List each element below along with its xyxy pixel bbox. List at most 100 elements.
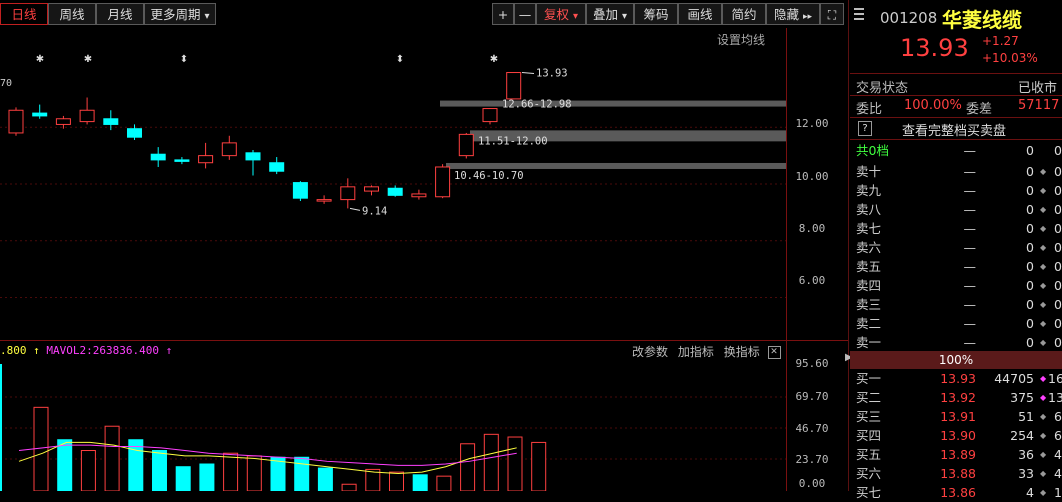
diamond-icon: ◆ (1040, 300, 1047, 309)
full-depth-link[interactable]: 查看完整档买卖盘 (902, 120, 1006, 139)
diamond-icon: ◆ (1040, 319, 1047, 328)
bid-price: 13.90 (940, 428, 976, 443)
zoom-in-button[interactable]: + (492, 3, 514, 25)
change-params-button[interactable]: 改参数 (632, 345, 668, 359)
diamond-icon: ◆ (1040, 488, 1047, 497)
ask-label: 卖九 (856, 183, 882, 198)
ask-extra: 0 (1054, 297, 1062, 312)
ask-row[interactable]: 卖三 — 0 ◆ 0 (850, 295, 1062, 314)
low-arrow (349, 207, 361, 211)
chip-band-label: 10.46-10.70 (454, 170, 524, 182)
diamond-icon: ◆ (1040, 412, 1047, 421)
candle-body (316, 199, 332, 202)
tab-monthly[interactable]: 月线 (96, 3, 144, 25)
bid-row[interactable]: 买四 13.90 254 ◆ 6 (850, 426, 1062, 445)
ask-row[interactable]: 卖十 — 0 ◆ 0 (850, 162, 1062, 181)
ask-extra: 0 (1054, 335, 1062, 350)
tab-daily[interactable]: 日线 (0, 3, 48, 25)
bid-price: 13.89 (940, 447, 976, 462)
bid-extra: 6 (1054, 428, 1062, 443)
chips-button[interactable]: 筹码 (634, 3, 678, 25)
help-icon[interactable]: ? (858, 121, 872, 136)
dash: — (963, 143, 977, 158)
bid-extra: 13 (1048, 390, 1062, 405)
ask-row[interactable]: 卖九 — 0 ◆ 0 (850, 181, 1062, 200)
ask-volume: 0 (1026, 164, 1034, 179)
bid-row[interactable]: 买一 13.93 44705 ◆ 16 (850, 369, 1062, 388)
bid-row[interactable]: 买二 13.92 375 ◆ 13 (850, 388, 1062, 407)
candle-body (221, 142, 237, 157)
candle-body (32, 112, 48, 117)
change-value: +1.27 (982, 34, 1019, 48)
panel-divider (848, 0, 849, 491)
bid-label: 买七 (856, 485, 882, 500)
volume-tick: 95.60 (795, 357, 829, 370)
bid-row[interactable]: 买七 13.86 4 ◆ 1 (850, 483, 1062, 502)
ask-volume: 0 (1026, 316, 1034, 331)
ask-row[interactable]: 卖八 — 0 ◆ 0 (850, 200, 1062, 219)
ask-volume: 0 (1026, 259, 1034, 274)
diff-value: 57117 (1018, 98, 1060, 113)
diamond-icon: ◆ (1040, 431, 1047, 440)
marker-icon: ⬍ (396, 54, 404, 65)
bid-volume: 44705 (994, 371, 1034, 386)
volume-bar (57, 439, 73, 491)
stock-code: 001208 (880, 9, 938, 27)
fullscreen-button[interactable]: ⛶ (820, 3, 844, 25)
hide-button[interactable]: 隐藏 ▸▸ (766, 3, 820, 25)
diamond-icon: ◆ (1040, 281, 1047, 290)
bid-label: 买一 (856, 371, 882, 386)
diamond-icon: ◆ (1040, 469, 1047, 478)
diamond-icon: ◆ (1040, 205, 1047, 214)
volume-bar (33, 406, 49, 491)
volume-bar (294, 456, 310, 491)
bid-row[interactable]: 买三 13.91 51 ◆ 6 (850, 407, 1062, 426)
fuquan-dropdown[interactable]: 复权 ▾ (536, 3, 586, 25)
volume-bar (531, 441, 547, 491)
candle-body (387, 187, 403, 196)
diamond-icon: ◆ (1040, 224, 1047, 233)
settings-ma-link[interactable]: 设置均线 (717, 31, 765, 48)
bid-row[interactable]: 买五 13.89 36 ◆ 4 (850, 445, 1062, 464)
ask-extra: 0 (1054, 259, 1062, 274)
ask-row[interactable]: 卖六 — 0 ◆ 0 (850, 238, 1062, 257)
overlay-dropdown[interactable]: 叠加 ▾ (586, 3, 634, 25)
draw-line-button[interactable]: 画线 (678, 3, 722, 25)
total-levels-label: 共0档 (856, 143, 889, 158)
more-periods-dropdown[interactable]: 更多周期 ▾ (144, 3, 216, 25)
candle-body (269, 162, 285, 172)
diamond-icon: ◆ (1040, 167, 1047, 176)
candle-body (55, 118, 71, 125)
bid-label: 买六 (856, 466, 882, 481)
ask-row[interactable]: 卖二 — 0 ◆ 0 (850, 314, 1062, 333)
ask-row[interactable]: 卖四 — 0 ◆ 0 (850, 276, 1062, 295)
ask-label: 卖一 (856, 335, 882, 350)
divider (850, 95, 1062, 96)
volume-tick: 0.00 (798, 477, 826, 490)
bid-extra: 6 (1054, 409, 1062, 424)
diamond-icon: ◆ (1040, 393, 1047, 402)
menu-icon[interactable] (854, 8, 864, 20)
volume-bar (483, 433, 499, 491)
ask-row[interactable]: 卖五 — 0 ◆ 0 (850, 257, 1062, 276)
bid-volume: 4 (1026, 485, 1034, 500)
ask-row[interactable]: 卖一 — 0 ◆ 0 (850, 333, 1062, 352)
close-icon[interactable]: ✕ (767, 346, 781, 359)
zoom-out-button[interactable]: — (514, 3, 536, 25)
candle-body (103, 118, 119, 125)
volume-bar (104, 425, 120, 491)
kline-chart[interactable]: ✱ ✱ ⬍ ⬍ ✱ 13.93 9.14 12.66-12.98 11.51-12.00 10.4… (0, 28, 786, 340)
bid-row[interactable]: 买六 13.88 33 ◆ 4 (850, 464, 1062, 483)
percent-bar: 100% (850, 351, 1062, 369)
price-tick: 8.00 (798, 222, 826, 235)
volume-chart[interactable] (0, 362, 786, 491)
volume-axis: 95.60 69.70 46.70 23.70 0.00 (786, 341, 848, 491)
bid-price: 13.93 (940, 371, 976, 386)
simple-mode-button[interactable]: 简约 (722, 3, 766, 25)
add-indicator-button[interactable]: 加指标 (678, 345, 714, 359)
ask-volume: 0 (1026, 297, 1034, 312)
switch-indicator-button[interactable]: 换指标 (724, 345, 760, 359)
ask-row[interactable]: 卖七 — 0 ◆ 0 (850, 219, 1062, 238)
ask-volume: 0 (1026, 240, 1034, 255)
tab-weekly[interactable]: 周线 (48, 3, 96, 25)
